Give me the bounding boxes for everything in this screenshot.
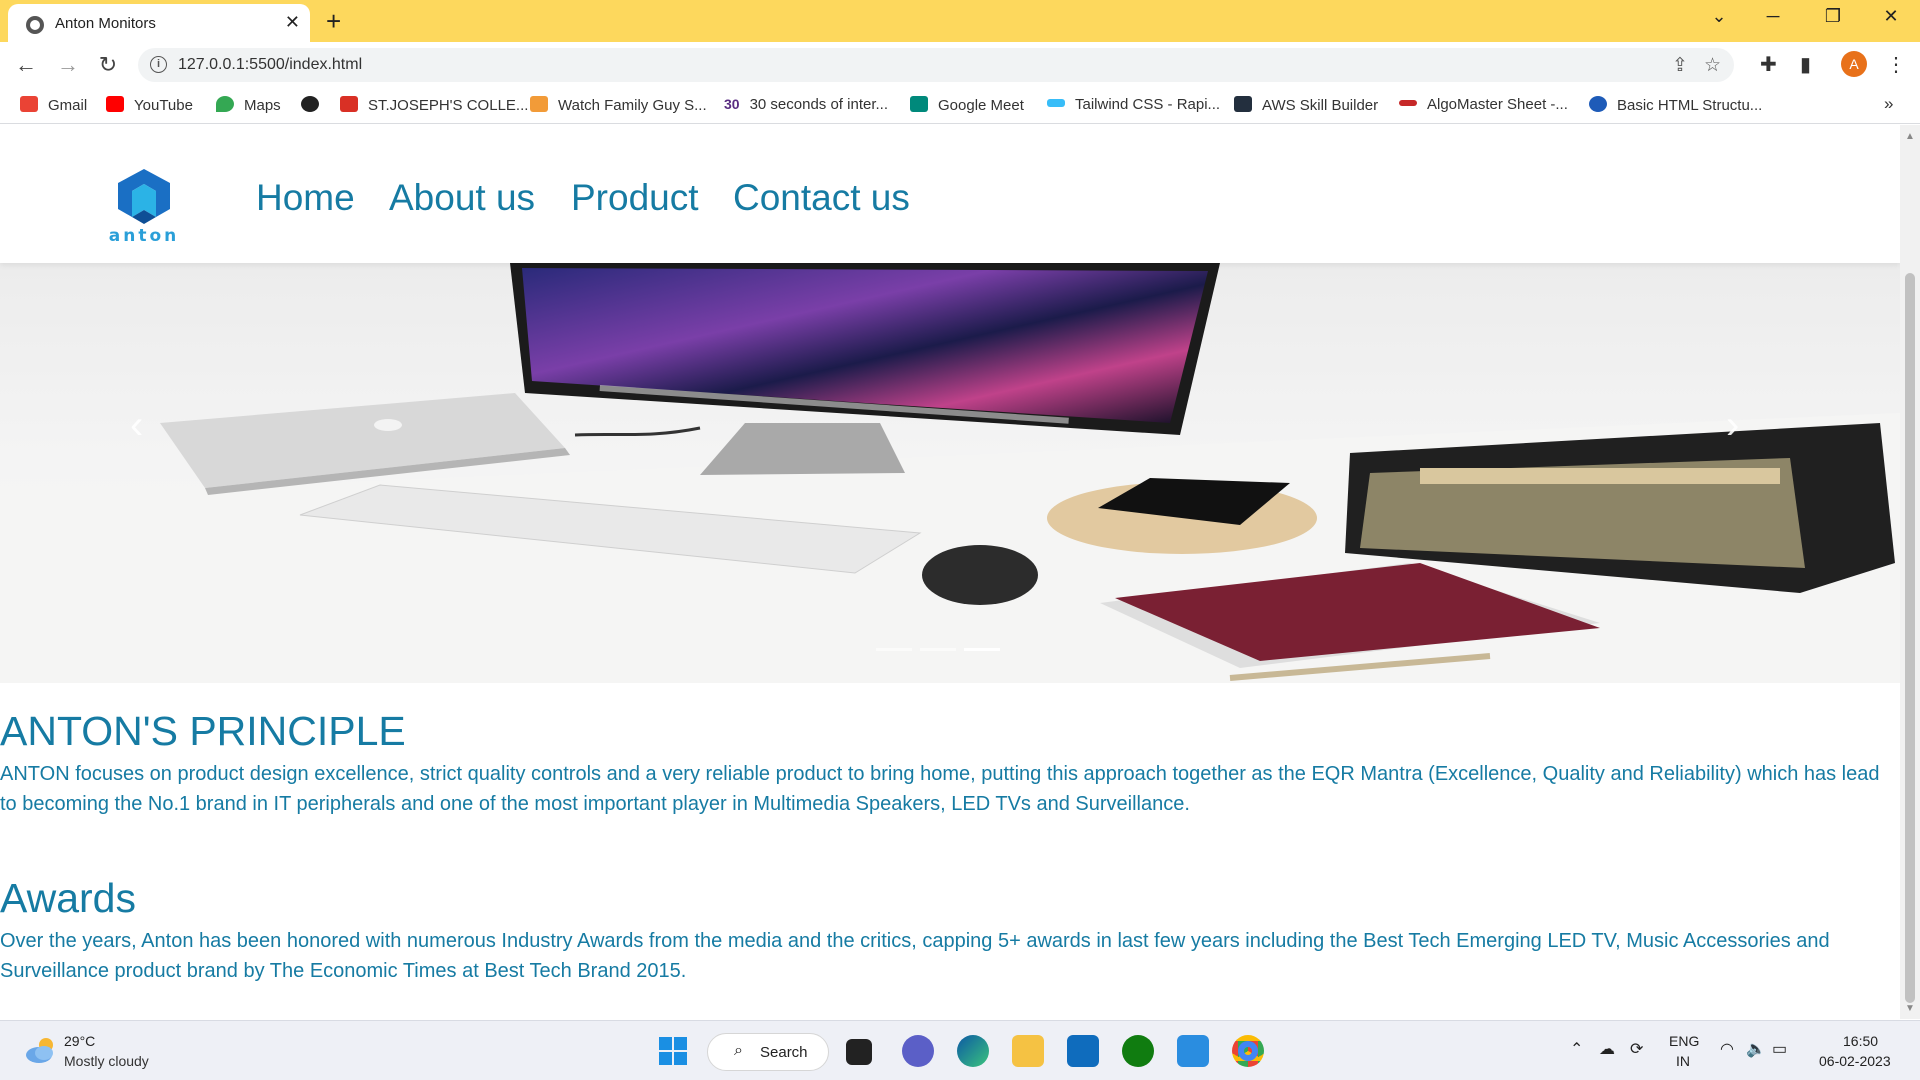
minimize-button[interactable]: ─	[1758, 6, 1788, 27]
browser-tab[interactable]: Anton Monitors ✕	[8, 4, 310, 42]
profile-avatar[interactable]: A	[1841, 51, 1867, 77]
language-top[interactable]: ENG	[1669, 1033, 1699, 1049]
share-icon[interactable]: ⇪	[1672, 54, 1688, 77]
thirty-icon: 30	[724, 96, 740, 112]
carousel-prev-button[interactable]: ‹	[130, 403, 143, 448]
page-viewport: anton Home About us Product Contact us ‹…	[0, 125, 1900, 1019]
awards-text: Over the years, Anton has been honored w…	[0, 930, 1830, 982]
xbox-icon[interactable]	[1122, 1035, 1154, 1067]
scroll-down-icon[interactable]: ▼	[1905, 1003, 1915, 1014]
sync-icon[interactable]: ⟳	[1630, 1039, 1643, 1059]
back-icon[interactable]: ←	[12, 52, 40, 78]
principle-text: ANTON focuses on product design excellen…	[0, 763, 1880, 815]
bookmark-algomaster[interactable]: AlgoMaster Sheet -...	[1399, 96, 1568, 113]
nav-product[interactable]: Product	[571, 177, 699, 219]
reload-icon[interactable]: ↻	[94, 52, 122, 78]
browser-tabstrip: Anton Monitors ✕ + ⌄ ─ ❐ ✕	[0, 0, 1920, 42]
onedrive-icon[interactable]: ☁	[1599, 1039, 1615, 1059]
mail-icon[interactable]	[1067, 1035, 1099, 1067]
maps-icon	[216, 96, 234, 112]
close-window-button[interactable]: ✕	[1876, 6, 1906, 27]
awards-heading: Awards	[0, 875, 136, 921]
youtube-icon	[106, 96, 124, 112]
clock-time[interactable]: 16:50	[1843, 1033, 1878, 1049]
carousel-indicator-1[interactable]	[876, 648, 912, 651]
college-icon	[340, 96, 358, 112]
k-icon	[530, 96, 548, 112]
nav-about-us[interactable]: About us	[389, 177, 535, 219]
extensions-icon[interactable]: ✚	[1760, 52, 1777, 77]
tab-search-icon[interactable]: ⌄	[1704, 6, 1734, 27]
battery-icon[interactable]: ▭	[1772, 1039, 1787, 1059]
windows-start-icon[interactable]	[657, 1035, 689, 1067]
logo-text: anton	[109, 226, 179, 245]
browser-toolbar: ← → ↻ i 127.0.0.1:5500/index.html ⇪ ☆ ✚ …	[0, 42, 1920, 88]
bookmark-maps[interactable]: Maps	[216, 96, 281, 114]
carousel-slide-image	[0, 263, 1900, 683]
aws-icon	[1234, 96, 1252, 112]
weather-description[interactable]: Mostly cloudy	[64, 1053, 149, 1069]
tray-overflow-icon[interactable]: ⌃	[1570, 1039, 1583, 1059]
windows-taskbar: 29°C Mostly cloudy ⌕ Search ⌃ ☁ ⟳ ENG IN…	[0, 1020, 1920, 1080]
clock-date[interactable]: 06-02-2023	[1819, 1053, 1891, 1069]
bookmark-aws[interactable]: AWS Skill Builder	[1234, 96, 1378, 114]
scroll-up-icon[interactable]: ▲	[1905, 131, 1915, 142]
tab-close-icon[interactable]: ✕	[285, 12, 300, 33]
vscode-icon[interactable]	[1177, 1035, 1209, 1067]
bookmark-star-icon[interactable]: ☆	[1704, 54, 1721, 77]
site-info-icon[interactable]: i	[150, 56, 167, 73]
site-header: anton Home About us Product Contact us	[0, 125, 1900, 263]
apple-logo-icon	[374, 419, 402, 431]
restore-button[interactable]: ❐	[1818, 6, 1848, 27]
edge-icon[interactable]	[957, 1035, 989, 1067]
language-bottom[interactable]: IN	[1676, 1053, 1690, 1069]
meet-icon	[910, 96, 928, 112]
menu-icon[interactable]: ⋮	[1886, 52, 1906, 77]
file-explorer-icon[interactable]	[1012, 1035, 1044, 1067]
anton-logo-icon[interactable]: anton	[98, 165, 190, 245]
new-tab-button[interactable]: +	[326, 6, 341, 37]
bookmark-globe[interactable]	[301, 96, 329, 114]
html-icon	[1589, 96, 1607, 112]
tab-title: Anton Monitors	[55, 15, 156, 32]
teams-chat-icon[interactable]	[902, 1035, 934, 1067]
bookmark-30seconds[interactable]: 30 30 seconds of inter...	[724, 96, 888, 113]
bookmarks-bar: Gmail YouTube Maps ST.JOSEPH'S COLLE... …	[0, 88, 1920, 124]
carousel-next-button[interactable]: ›	[1726, 403, 1739, 448]
globe-icon	[26, 16, 44, 34]
algomaster-icon	[1399, 100, 1417, 106]
globe-icon	[301, 96, 319, 112]
bookmarks-overflow-icon[interactable]: »	[1884, 94, 1893, 114]
bookmark-gmail[interactable]: Gmail	[20, 96, 87, 114]
nav-home[interactable]: Home	[256, 177, 355, 219]
forward-icon[interactable]: →	[54, 52, 82, 78]
scrollbar-thumb[interactable]	[1905, 273, 1915, 1003]
bookmark-googlemeet[interactable]: Google Meet	[910, 96, 1024, 114]
address-bar[interactable]: i 127.0.0.1:5500/index.html ⇪ ☆	[138, 48, 1734, 82]
bookmark-stjosephs[interactable]: ST.JOSEPH'S COLLE...	[340, 96, 528, 114]
task-view-icon[interactable]	[846, 1039, 872, 1065]
bookmark-youtube[interactable]: YouTube	[106, 96, 193, 114]
address-url[interactable]: 127.0.0.1:5500/index.html	[178, 56, 362, 74]
volume-icon[interactable]: 🔈	[1746, 1039, 1766, 1059]
bookmark-familyguy[interactable]: Watch Family Guy S...	[530, 96, 707, 114]
principle-heading: ANTON'S PRINCIPLE	[0, 708, 406, 754]
carousel-indicator-3[interactable]	[964, 648, 1000, 651]
chrome-icon[interactable]	[1232, 1035, 1264, 1067]
tailwind-icon	[1047, 99, 1065, 107]
hero-carousel: ‹ ›	[0, 263, 1900, 683]
weather-temperature[interactable]: 29°C	[64, 1033, 95, 1049]
cloudy-weather-icon[interactable]	[24, 1035, 58, 1065]
bookmark-tailwind[interactable]: Tailwind CSS - Rapi...	[1047, 96, 1220, 113]
page-scrollbar[interactable]: ▲ ▼	[1900, 125, 1920, 1019]
bookmark-basichtml[interactable]: Basic HTML Structu...	[1589, 96, 1762, 114]
side-panel-icon[interactable]: ▮	[1800, 52, 1811, 77]
taskbar-search[interactable]: ⌕ Search	[707, 1033, 829, 1071]
taskbar-search-label: Search	[760, 1044, 808, 1061]
gmail-icon	[20, 96, 38, 112]
carousel-indicator-2[interactable]	[920, 648, 956, 651]
wifi-icon[interactable]: ◠	[1720, 1039, 1734, 1059]
nav-contact-us[interactable]: Contact us	[733, 177, 910, 219]
search-icon: ⌕	[734, 1042, 743, 1059]
